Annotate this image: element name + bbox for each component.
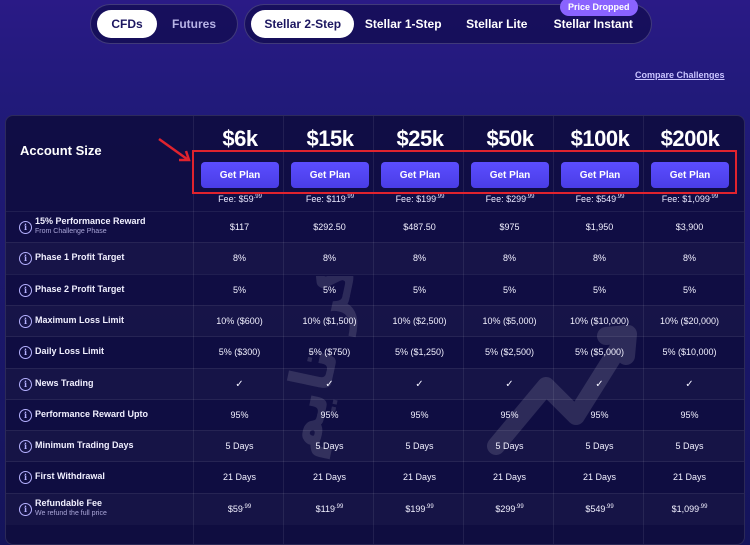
top-navigation: CFDs Futures Stellar 2-Step Stellar 1-St… <box>0 0 750 110</box>
table-cell: 8% <box>412 253 426 264</box>
plan-size: $100k <box>570 126 630 151</box>
row-label: News Trading <box>35 377 94 388</box>
compare-challenges-link[interactable]: Compare Challenges <box>635 70 725 80</box>
plan-size: $200k <box>660 126 720 151</box>
plan-fee: Fee: $299.99 <box>485 194 535 204</box>
red-arrow <box>158 137 191 162</box>
plan-fee: Fee: $59.99 <box>218 194 262 204</box>
info-icon[interactable]: i <box>19 252 32 266</box>
row-label: Performance Reward Upto <box>35 408 149 419</box>
plan-size: $50k <box>486 126 534 151</box>
info-icon[interactable]: i <box>19 408 32 422</box>
plan-size: $25k <box>396 126 444 151</box>
row-label: Refundable Fee <box>35 497 103 508</box>
info-icon[interactable]: i <box>19 440 32 454</box>
table-cell: 8% <box>502 253 516 264</box>
table-row: i 15% Performance Reward From Challenge Ph… <box>6 211 744 243</box>
plan-size: $15k <box>306 126 354 151</box>
info-icon[interactable]: i <box>19 283 32 297</box>
row-label: Phase 1 Profit Target <box>35 252 125 263</box>
row-label: 15% Performance Reward <box>35 216 146 226</box>
table-cell: $3,900 <box>675 222 704 232</box>
account-size-header: Account Size <box>20 143 102 158</box>
row-sublabel: We refund the full price <box>35 509 107 517</box>
row-label: Daily Loss Limit <box>35 346 105 357</box>
table-row: i Phase 1 Profit Target 8% 8% 8% 8% 8% 8% <box>6 242 744 274</box>
row-label: Phase 2 Profit Target <box>35 283 125 294</box>
info-icon[interactable]: i <box>19 314 32 328</box>
table-cell: $292.50 <box>313 222 346 232</box>
plan-fee: Fee: $1,099.99 <box>661 194 719 204</box>
table-cell: 8% <box>682 253 696 264</box>
market-toggle: CFDs Futures <box>90 4 238 44</box>
row-sublabel: From Challenge Phase <box>35 228 107 235</box>
tab-futures[interactable]: Futures <box>157 10 231 38</box>
tab-cfds[interactable]: CFDs <box>97 10 157 38</box>
plan-fee: Fee: $199.99 <box>395 194 445 204</box>
highlight-box <box>192 150 737 194</box>
info-icon[interactable]: i <box>19 346 32 360</box>
plan-fee: Fee: $119.99 <box>305 194 355 204</box>
tab-stellar-2-step[interactable]: Stellar 2-Step <box>251 10 355 38</box>
table-cell: 8% <box>232 253 246 264</box>
tab-stellar-lite[interactable]: Stellar Lite <box>452 10 542 38</box>
info-icon[interactable]: i <box>19 502 32 516</box>
price-dropped-badge: Price Dropped <box>560 0 638 16</box>
row-label: Minimum Trading Days <box>35 440 134 451</box>
table-cell: $1,950 <box>585 222 614 232</box>
info-icon[interactable]: i <box>19 221 32 234</box>
table-cell: $487.50 <box>403 222 436 232</box>
row-label: First Withdrawal <box>35 471 105 482</box>
plan-fee: Fee: $549.99 <box>575 194 625 204</box>
table-cell: 8% <box>592 253 606 264</box>
info-icon[interactable]: i <box>19 471 32 485</box>
plan-size: $6k <box>222 126 258 151</box>
table-cell: $975 <box>499 222 520 232</box>
tab-stellar-1-step[interactable]: Stellar 1-Step <box>354 10 452 38</box>
row-label: Maximum Loss Limit <box>35 314 125 325</box>
table-cell: 8% <box>322 253 336 264</box>
table-cell: $117 <box>229 222 250 232</box>
watermark-text: بروکر تایم <box>262 276 391 463</box>
watermark-logo: بروکر تایم <box>262 276 637 463</box>
info-icon[interactable]: i <box>19 377 32 391</box>
